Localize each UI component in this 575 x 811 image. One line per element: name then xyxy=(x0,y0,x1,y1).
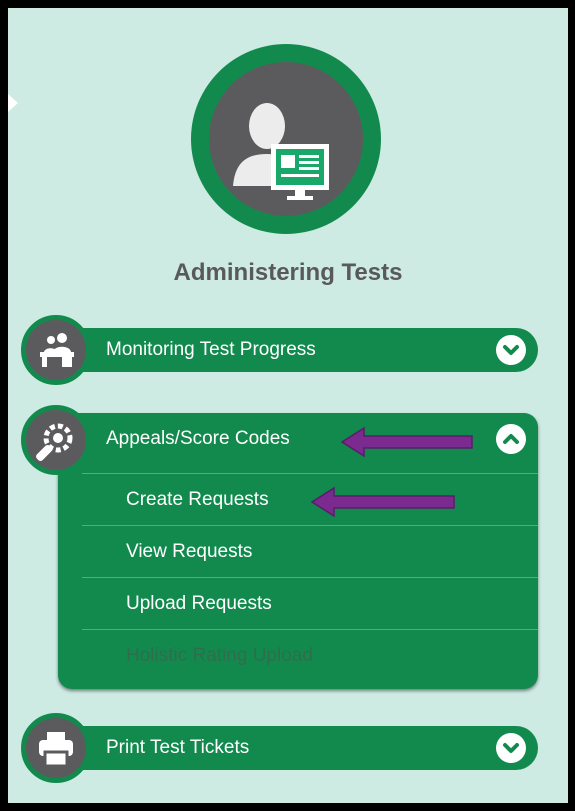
chevron-up-icon[interactable] xyxy=(496,424,526,454)
submenu-item-label: Create Requests xyxy=(126,489,269,510)
menu-item-label: Print Test Tickets xyxy=(106,737,250,758)
menu-item-monitoring-test-progress[interactable]: Monitoring Test Progress xyxy=(58,328,538,372)
submenu-item-label: View Requests xyxy=(126,541,253,562)
page-title: Administering Tests xyxy=(173,259,403,286)
annotation-arrow-left-icon xyxy=(310,486,455,518)
submenu-item-upload-requests[interactable]: Upload Requests xyxy=(82,577,538,629)
printer-icon xyxy=(21,713,91,783)
panel-toggle-tab[interactable] xyxy=(8,94,18,112)
annotation-arrow-left-icon xyxy=(340,426,473,458)
menu-item-label: Monitoring Test Progress xyxy=(106,339,316,360)
user-at-computer-icon xyxy=(191,44,381,234)
menu-item-label: Appeals/Score Codes xyxy=(106,428,290,449)
wrench-gear-icon xyxy=(21,405,91,475)
submenu-item-label: Upload Requests xyxy=(126,593,272,614)
chevron-down-icon[interactable] xyxy=(496,335,526,365)
menu-item-print-test-tickets[interactable]: Print Test Tickets xyxy=(58,726,538,770)
submenu-item-holistic-rating-upload: Holistic Rating Upload xyxy=(82,629,538,681)
submenu-item-view-requests[interactable]: View Requests xyxy=(82,525,538,577)
chevron-down-icon[interactable] xyxy=(496,733,526,763)
submenu-item-label: Holistic Rating Upload xyxy=(126,645,313,666)
menu-panel: Administering Tests Monitoring Test Prog… xyxy=(8,8,568,803)
person-at-desk-icon xyxy=(21,315,91,385)
